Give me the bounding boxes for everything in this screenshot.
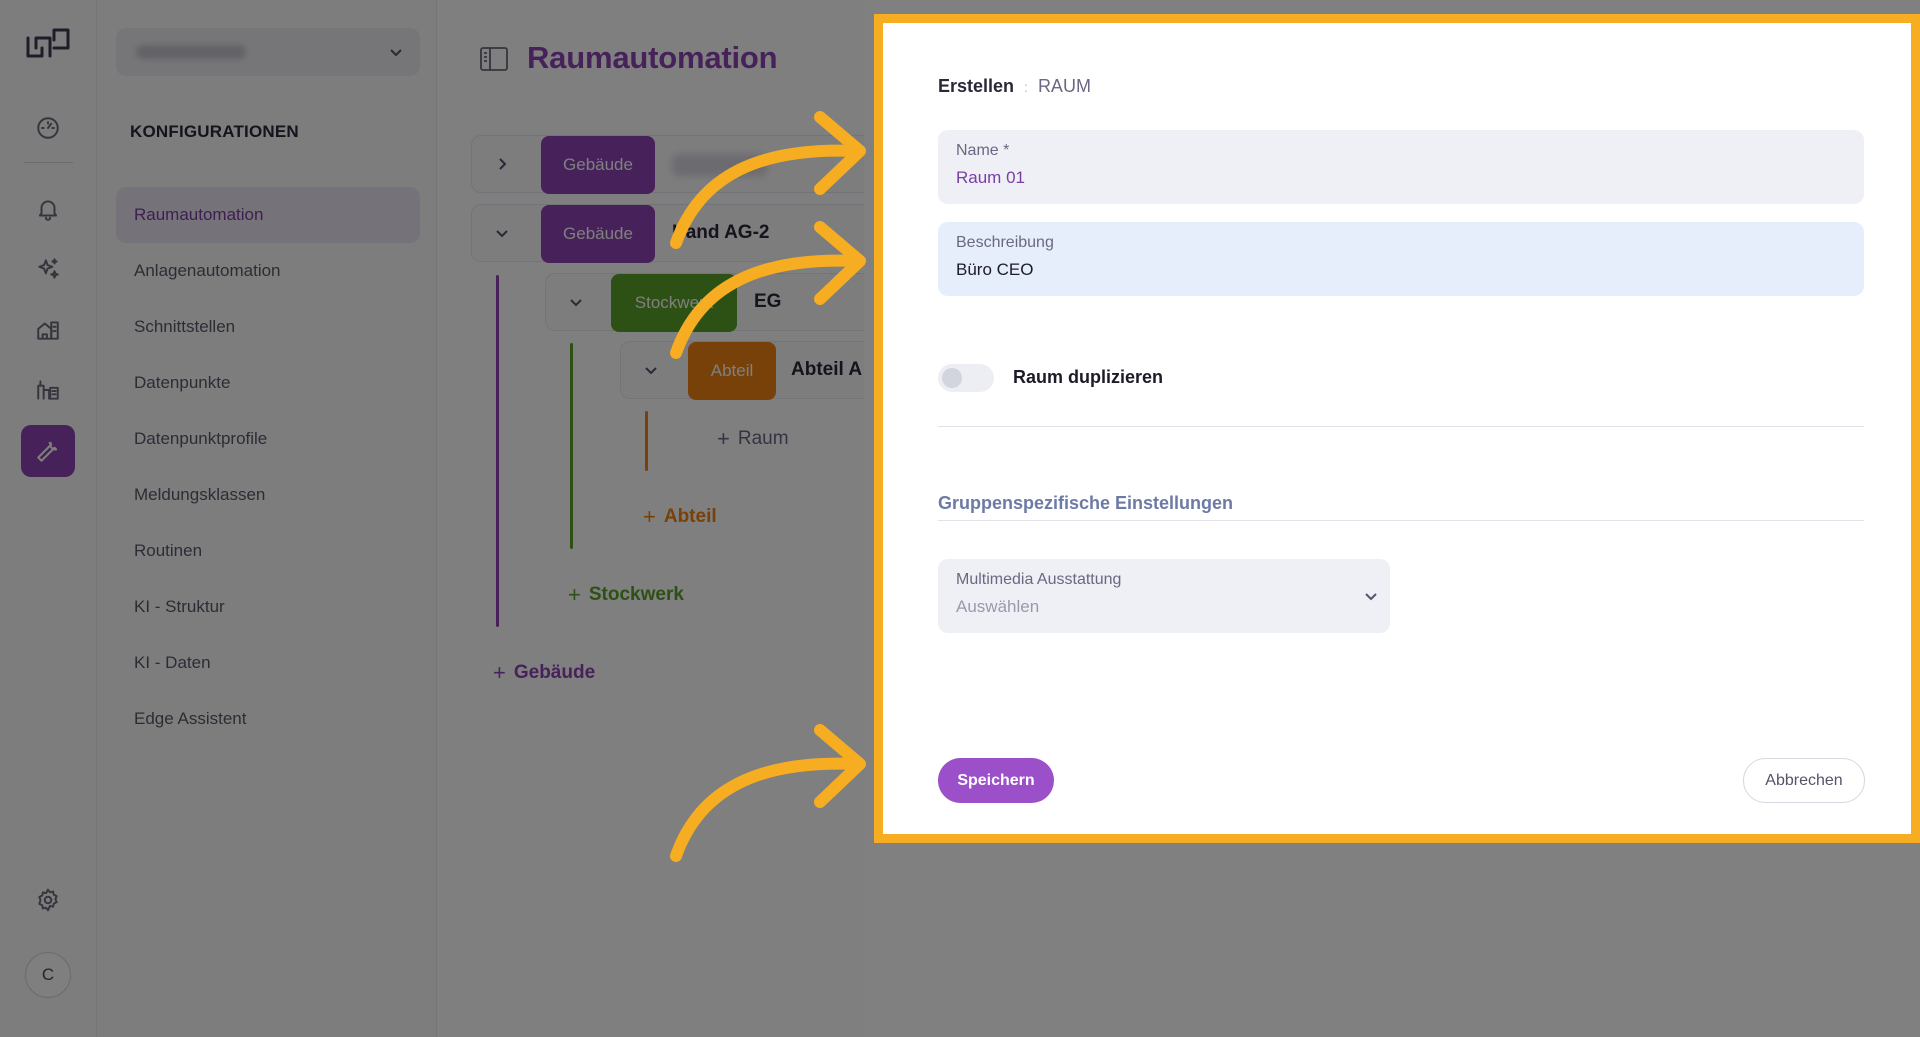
breadcrumb: Erstellen : RAUM bbox=[938, 76, 1091, 97]
duplicate-room-label: Raum duplizieren bbox=[1013, 367, 1164, 387]
create-room-drawer: Erstellen : RAUM Name * Raum 01 Beschrei… bbox=[864, 0, 1920, 1037]
name-field[interactable]: Name * Raum 01 bbox=[938, 130, 1864, 204]
divider bbox=[938, 520, 1864, 521]
chevron-down-icon bbox=[1362, 587, 1380, 605]
breadcrumb-action: Erstellen bbox=[938, 76, 1015, 96]
annotation-arrow-save bbox=[670, 724, 866, 862]
description-field[interactable]: Beschreibung Büro CEO bbox=[938, 222, 1864, 296]
save-button[interactable]: Speichern bbox=[938, 758, 1054, 803]
cancel-button[interactable]: Abbrechen bbox=[1743, 758, 1865, 803]
multimedia-select[interactable]: Multimedia Ausstattung Auswählen bbox=[938, 559, 1390, 633]
group-settings-heading: Gruppenspezifische Einstellungen bbox=[938, 493, 1234, 513]
multimedia-placeholder: Auswählen bbox=[956, 597, 1040, 616]
annotation-arrow-description bbox=[670, 221, 866, 359]
divider bbox=[938, 426, 1864, 427]
create-room-form: Erstellen : RAUM Name * Raum 01 Beschrei… bbox=[874, 14, 1920, 843]
multimedia-label: Multimedia Ausstattung bbox=[956, 571, 1122, 588]
name-label: Name * bbox=[956, 142, 1010, 159]
toggle-knob bbox=[942, 368, 962, 388]
breadcrumb-type: RAUM bbox=[1037, 76, 1091, 96]
description-input[interactable]: Büro CEO bbox=[956, 260, 1846, 280]
breadcrumb-separator: : bbox=[1024, 78, 1028, 95]
duplicate-room-toggle[interactable] bbox=[938, 364, 994, 392]
name-input[interactable]: Raum 01 bbox=[956, 168, 1846, 188]
description-label: Beschreibung bbox=[956, 234, 1054, 251]
